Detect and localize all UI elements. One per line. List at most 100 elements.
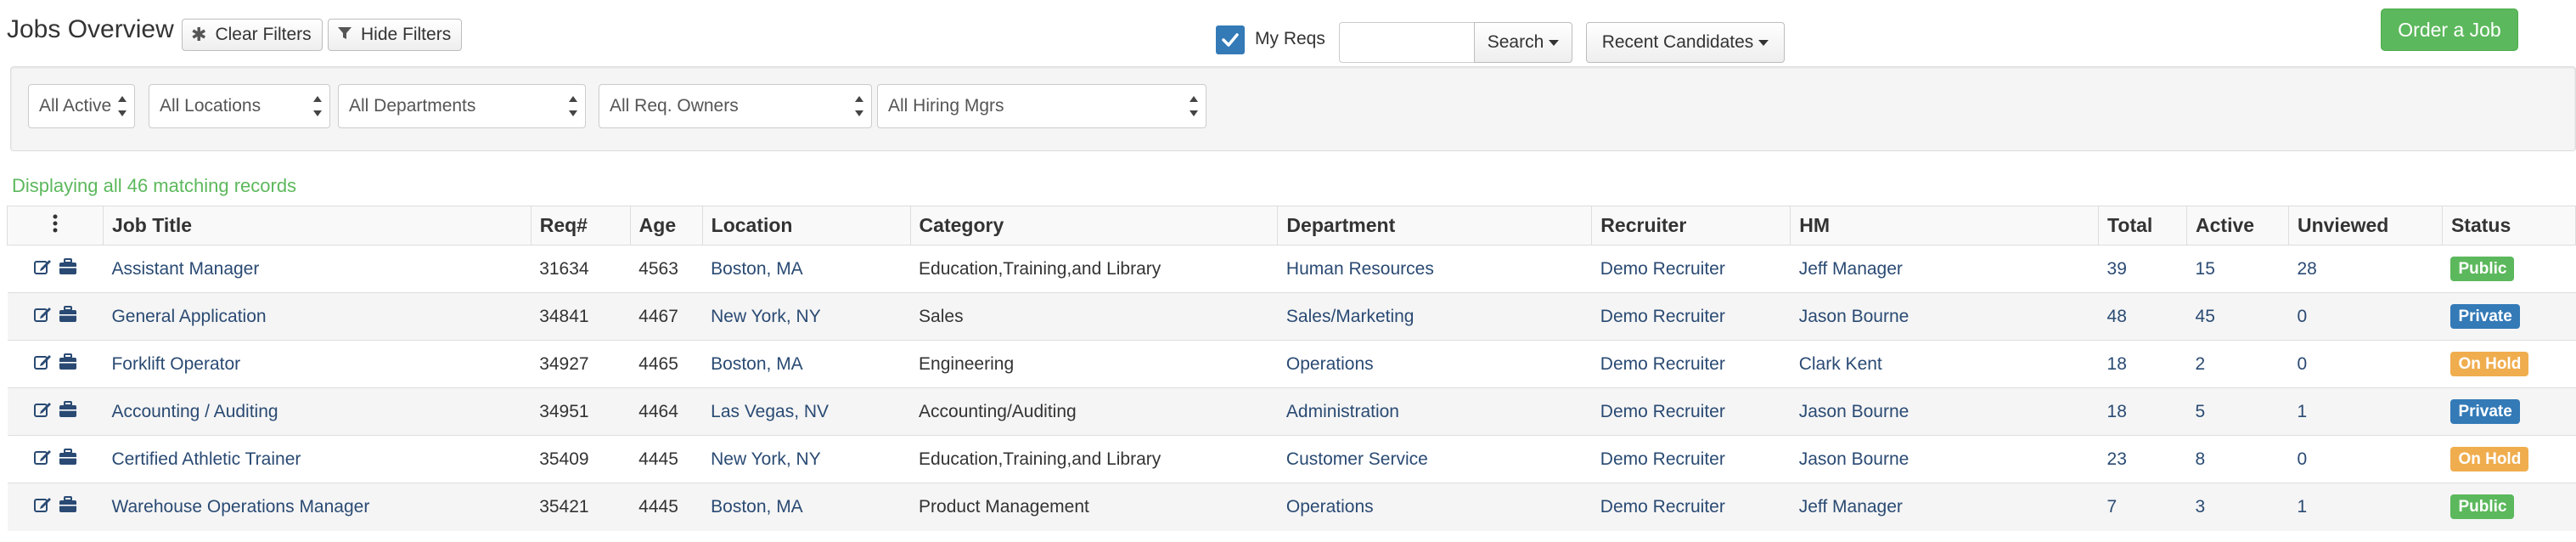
edit-icon[interactable] [33,400,52,424]
status-cell: Private [2442,387,2576,436]
edit-icon[interactable] [33,305,52,329]
job-location: Las Vegas, NV [702,387,911,436]
job-category: Accounting/Auditing [910,387,1278,436]
job-hiring-manager: Jeff Manager [1790,483,2099,531]
job-title-link[interactable]: Warehouse Operations Manager [103,483,532,531]
column-header-req[interactable]: Req# [530,206,631,246]
unviewed-count[interactable]: 28 [2288,245,2443,293]
total-count[interactable]: 48 [2098,292,2187,341]
briefcase-icon[interactable] [59,257,77,280]
job-title-link[interactable]: Certified Athletic Trainer [103,435,532,483]
hide-filters-label: Hide Filters [361,25,452,44]
column-header-hm[interactable]: HM [1790,206,2100,246]
column-header-unviewed[interactable]: Unviewed [2287,206,2443,246]
order-job-button[interactable]: Order a Job [2381,8,2518,51]
select-arrows-icon [568,96,578,116]
active-count[interactable]: 8 [2186,435,2289,483]
briefcase-icon[interactable] [59,400,77,423]
column-header-recruiter[interactable]: Recruiter [1591,206,1791,246]
active-count[interactable]: 2 [2186,340,2289,388]
job-age: 4465 [630,340,703,388]
status-badge: Public [2450,494,2515,520]
table-row: Assistant Manager 31634 4563 Boston, MA Educ… [7,245,2576,293]
hiring-mgr-filter-select[interactable]: All Hiring Mgrs [877,84,1206,128]
job-category: Product Management [910,483,1278,531]
status-badge: On Hold [2450,352,2529,376]
edit-icon[interactable] [33,495,52,519]
table-header-row: Job Title Req# Age Location Category Dep… [7,206,2576,246]
search-input[interactable] [1339,22,1475,63]
hiring-mgr-filter-value: All Hiring Mgrs [888,96,1004,116]
table-row: Certified Athletic Trainer 35409 4445 New Y… [7,435,2576,483]
column-header-job-title[interactable]: Job Title [102,206,532,246]
job-age: 4445 [630,435,703,483]
job-title-link[interactable]: General Application [103,292,532,341]
total-count[interactable]: 7 [2098,483,2187,531]
briefcase-icon[interactable] [59,305,77,328]
row-actions [7,292,104,341]
column-header-age[interactable]: Age [629,206,703,246]
status-cell: Public [2442,483,2576,531]
status-cell: On Hold [2442,340,2576,388]
job-hiring-manager: Clark Kent [1790,340,2099,388]
row-actions [7,340,104,388]
column-header-location[interactable]: Location [701,206,911,246]
job-location: New York, NY [702,292,911,341]
briefcase-icon[interactable] [59,495,77,518]
job-category: Education,Training,and Library [910,435,1278,483]
job-recruiter: Demo Recruiter [1591,435,1791,483]
active-filter-select[interactable]: All Active [28,84,135,128]
briefcase-icon[interactable] [59,448,77,471]
req-number: 34841 [531,292,631,341]
briefcase-icon[interactable] [59,353,77,375]
job-location: Boston, MA [702,483,911,531]
req-number: 31634 [531,245,631,293]
column-header-category[interactable]: Category [909,206,1279,246]
job-title-link[interactable]: Accounting / Auditing [103,387,532,436]
job-title-link[interactable]: Assistant Manager [103,245,532,293]
unviewed-count[interactable]: 0 [2288,340,2443,388]
my-reqs-checkbox[interactable] [1216,25,1245,54]
select-arrows-icon [117,96,127,116]
job-department: Customer Service [1277,435,1592,483]
active-count[interactable]: 15 [2186,245,2289,293]
unviewed-count[interactable]: 0 [2288,292,2443,341]
my-reqs-label: My Reqs [1255,29,1325,48]
job-category: Engineering [910,340,1278,388]
filter-panel: All Active All Locations All Departments… [10,66,2576,151]
status-cell: Private [2442,292,2576,341]
unviewed-count[interactable]: 1 [2288,387,2443,436]
total-count[interactable]: 18 [2098,340,2187,388]
status-badge: Private [2450,399,2520,424]
active-count[interactable]: 45 [2186,292,2289,341]
active-count[interactable]: 3 [2186,483,2289,531]
recent-candidates-button[interactable]: Recent Candidates [1586,22,1785,63]
column-menu-header[interactable] [7,206,104,246]
edit-icon[interactable] [33,448,52,471]
column-header-total[interactable]: Total [2098,206,2188,246]
edit-icon[interactable] [33,257,52,281]
active-count[interactable]: 5 [2186,387,2289,436]
status-cell: On Hold [2442,435,2576,483]
unviewed-count[interactable]: 0 [2288,435,2443,483]
total-count[interactable]: 39 [2098,245,2187,293]
location-filter-select[interactable]: All Locations [149,84,330,128]
hide-filters-button[interactable]: Hide Filters [328,19,463,51]
clear-filters-button[interactable]: ✱ Clear Filters [182,19,323,51]
edit-icon[interactable] [33,353,52,376]
search-button[interactable]: Search [1474,22,1572,63]
column-header-status[interactable]: Status [2441,206,2576,246]
unviewed-count[interactable]: 1 [2288,483,2443,531]
total-count[interactable]: 23 [2098,435,2187,483]
job-recruiter: Demo Recruiter [1591,483,1791,531]
caret-down-icon [1758,39,1769,46]
department-filter-select[interactable]: All Departments [338,84,586,128]
total-count[interactable]: 18 [2098,387,2187,436]
table-row: Accounting / Auditing 34951 4464 Las Vegas,… [7,387,2576,436]
column-header-active[interactable]: Active [2186,206,2289,246]
column-header-department[interactable]: Department [1277,206,1593,246]
req-owner-filter-value: All Req. Owners [610,96,739,116]
job-title-link[interactable]: Forklift Operator [103,340,532,388]
req-owner-filter-select[interactable]: All Req. Owners [599,84,872,128]
job-hiring-manager: Jason Bourne [1790,292,2099,341]
